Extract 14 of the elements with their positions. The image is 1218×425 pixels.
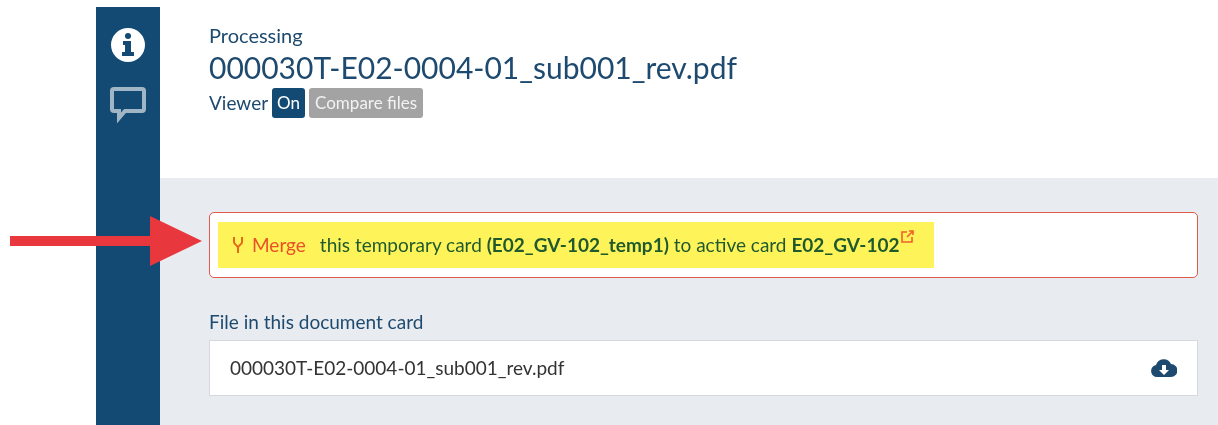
merge-icon xyxy=(232,236,244,254)
merge-message: this temporary card (E02_GV-102_temp1) to active card E02_GV-102 xyxy=(319,231,900,258)
viewer-label: Viewer xyxy=(209,89,269,116)
viewer-toggle-button[interactable]: On xyxy=(272,88,306,118)
file-name: 000030T-E02-0004-01_sub001_rev.pdf xyxy=(230,354,565,381)
cloud-download-icon[interactable] xyxy=(1151,358,1177,378)
comment-icon[interactable] xyxy=(109,85,147,123)
external-link-icon[interactable] xyxy=(901,230,915,243)
file-field[interactable]: 000030T-E02-0004-01_sub001_rev.pdf xyxy=(209,340,1198,396)
info-icon[interactable] xyxy=(110,27,146,63)
file-title: 000030T-E02-0004-01_sub001_rev.pdf xyxy=(209,48,738,86)
status-label: Processing xyxy=(209,22,304,48)
field-label: File in this document card xyxy=(209,310,425,334)
pointer-arrow-icon xyxy=(8,214,204,268)
